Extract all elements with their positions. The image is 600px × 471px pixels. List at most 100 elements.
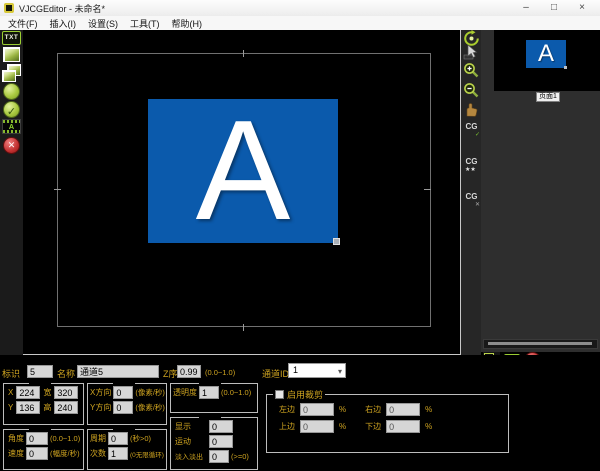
canvas-panel: A bbox=[23, 30, 461, 355]
zoom-in-icon[interactable] bbox=[463, 62, 480, 79]
times-input[interactable] bbox=[108, 447, 128, 460]
id-input[interactable] bbox=[27, 365, 53, 378]
image-landscape bbox=[4, 48, 19, 61]
crop-top-label: 上边 bbox=[279, 422, 295, 431]
channel-id-select[interactable]: 1 ▾ bbox=[288, 363, 346, 378]
page-thumbnail[interactable]: A bbox=[526, 40, 567, 69]
crop-right-label: 右边 bbox=[365, 405, 382, 414]
vy-unit: (像素/秒) bbox=[135, 403, 165, 412]
character-tool-icon[interactable]: A bbox=[2, 119, 21, 134]
y-input[interactable] bbox=[16, 401, 41, 414]
period-hint: (秒>0) bbox=[130, 434, 152, 443]
id-label: 标识 bbox=[2, 369, 21, 379]
delete-tool-icon[interactable]: ✕ bbox=[3, 137, 20, 154]
opacity-group: 透明度 (0.0~1.0) bbox=[170, 383, 258, 413]
period-group: 周期 (秒>0) 次数 (0无限循环) bbox=[87, 429, 167, 470]
vx-input[interactable] bbox=[113, 386, 134, 399]
maximize-button[interactable]: □ bbox=[540, 0, 568, 16]
menu-settings[interactable]: 设置(S) bbox=[82, 17, 124, 30]
y-label: Y bbox=[8, 403, 14, 412]
close-button[interactable]: × bbox=[568, 0, 596, 16]
menu-insert[interactable]: 插入(I) bbox=[44, 17, 83, 30]
motion-input[interactable] bbox=[209, 435, 233, 448]
text-tool-icon[interactable]: TXT bbox=[2, 31, 21, 45]
pages-viewport: A bbox=[494, 30, 600, 91]
pages-scrollbar[interactable] bbox=[483, 339, 598, 349]
fade-input[interactable] bbox=[209, 450, 229, 463]
show-label: 显示 bbox=[175, 422, 191, 431]
angle-group: 角度 (0.0~1.0) 速度 (幅度/秒) bbox=[3, 429, 84, 470]
zoom-out-svg bbox=[464, 83, 479, 98]
inspector-panel: 标识 名称 Z序 (0.0~1.0) 通道ID 1 ▾ X 宽 Y 高 bbox=[0, 355, 600, 471]
minimize-button[interactable]: – bbox=[512, 0, 540, 16]
pages-scrollbar-thumb[interactable] bbox=[488, 342, 592, 345]
film-letter: A bbox=[8, 122, 15, 131]
velocity-group: X方向 (像素/秒) Y方向 (像素/秒) bbox=[87, 383, 167, 425]
crop-bottom-label: 下边 bbox=[365, 422, 382, 431]
x-input[interactable] bbox=[16, 386, 41, 399]
motion-label: 运动 bbox=[175, 437, 191, 446]
zorder-hint: (0.0~1.0) bbox=[205, 368, 236, 377]
stage-tick-right bbox=[424, 189, 431, 190]
angle-input[interactable] bbox=[26, 432, 48, 445]
app-icon bbox=[4, 3, 14, 13]
cg-delete-icon[interactable]: CG ✕ bbox=[463, 192, 481, 209]
channel-id-value: 1 bbox=[293, 365, 299, 375]
height-label: 高 bbox=[43, 403, 52, 412]
menu-file[interactable]: 文件(F) bbox=[2, 17, 44, 30]
enable-crop-checkbox[interactable] bbox=[275, 390, 284, 399]
cg-stars-icon[interactable]: CG ★★ bbox=[463, 157, 480, 174]
opacity-input[interactable] bbox=[199, 386, 219, 399]
times-hint: (0无限循环) bbox=[130, 451, 164, 459]
channel-id-label: 通道ID bbox=[262, 369, 290, 379]
images-tool-icon[interactable] bbox=[2, 64, 21, 82]
clock-check-tool-icon[interactable]: ✓ bbox=[3, 101, 20, 118]
period-input[interactable] bbox=[108, 432, 128, 445]
resize-handle[interactable] bbox=[333, 238, 340, 245]
fade-group: 显示 运动 淡入淡出 (>=0) bbox=[170, 417, 258, 470]
zorder-label: Z序 bbox=[163, 369, 178, 379]
period-label: 周期 bbox=[90, 434, 106, 443]
crop-group: 启用裁剪 左边 % 右边 % 上边 % 下边 % bbox=[266, 388, 509, 453]
opacity-hint: (0.0~1.0) bbox=[221, 388, 252, 397]
select-cursor-icon[interactable] bbox=[463, 44, 480, 61]
times-label: 次数 bbox=[90, 449, 106, 458]
channel-image-letter: A bbox=[195, 91, 291, 250]
check-glyph: ✓ bbox=[6, 106, 17, 118]
name-input[interactable] bbox=[77, 365, 159, 378]
clock-tool-icon[interactable] bbox=[3, 83, 20, 100]
x-label: X bbox=[8, 388, 14, 397]
hand-tool-svg bbox=[466, 103, 478, 117]
width-input[interactable] bbox=[54, 386, 79, 399]
show-input[interactable] bbox=[209, 420, 233, 433]
menu-tools[interactable]: 工具(T) bbox=[124, 17, 166, 30]
zoom-out-icon[interactable] bbox=[463, 82, 480, 99]
image-tool-icon[interactable] bbox=[3, 47, 20, 62]
hand-tool-icon[interactable] bbox=[463, 102, 480, 119]
menubar: 文件(F) 插入(I) 设置(S) 工具(T) 帮助(H) bbox=[0, 16, 600, 30]
cg-label: CG bbox=[465, 122, 478, 131]
crop-right-input bbox=[386, 403, 421, 416]
position-group: X 宽 Y 高 bbox=[3, 383, 84, 425]
crop-top-input bbox=[300, 420, 334, 433]
crop-top-pct: % bbox=[339, 422, 347, 431]
channel-image[interactable]: A bbox=[148, 91, 340, 250]
speed-input[interactable] bbox=[26, 447, 48, 460]
crop-left-pct: % bbox=[339, 405, 347, 414]
crop-left-input bbox=[300, 403, 334, 416]
zorder-input[interactable] bbox=[177, 365, 201, 378]
page-name-label[interactable]: 页面1 bbox=[536, 92, 560, 102]
stage-tick-left bbox=[54, 189, 61, 190]
cg-check-icon[interactable]: CG ✓ bbox=[463, 122, 481, 139]
angle-hint: (0.0~1.0) bbox=[50, 434, 81, 443]
vx-label: X方向 bbox=[90, 388, 112, 397]
fade-hint: (>=0) bbox=[231, 452, 249, 461]
vy-input[interactable] bbox=[113, 401, 134, 414]
menu-help[interactable]: 帮助(H) bbox=[166, 17, 209, 30]
crop-left-label: 左边 bbox=[279, 405, 295, 414]
stage-tick-top bbox=[243, 50, 244, 57]
height-input[interactable] bbox=[54, 401, 79, 414]
enable-crop-label: 启用裁剪 bbox=[287, 390, 324, 400]
fade-label: 淡入淡出 bbox=[175, 453, 203, 461]
pages-panel: A 页面1 bbox=[481, 30, 600, 352]
